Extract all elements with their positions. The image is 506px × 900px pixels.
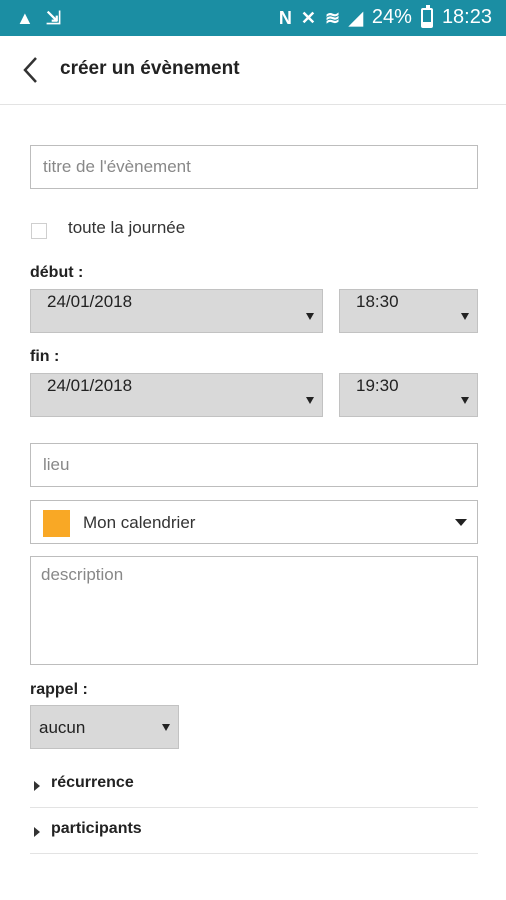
calendar-color-swatch [43,510,70,537]
status-right-icons: N ✕ ≋ ◢ 24% 18:23 [278,4,492,29]
clock: 18:23 [441,6,492,28]
calendar-select[interactable]: Mon calendrier [30,500,478,544]
start-time-select[interactable]: 18:30 [339,289,478,333]
reminder-label: rappel : [30,681,88,698]
reminder-select[interactable]: aucun [30,705,179,749]
dropdown-arrow-icon [455,519,467,526]
reminder-value: aucun [39,718,86,737]
back-button[interactable] [16,54,48,86]
calendar-name: Mon calendrier [83,513,196,532]
event-title-input[interactable] [30,145,478,189]
end-date-select[interactable]: 24/01/2018 [30,373,323,417]
wifi-icon: ≋ [324,7,341,28]
recurrence-expander[interactable]: récurrence [30,764,478,808]
mute-icon: ✕ [300,7,316,28]
chevron-down-icon [306,397,314,404]
status-left-icons: ▲ ⇲ [16,7,61,29]
start-label: début : [30,264,84,281]
end-label: fin : [30,348,60,365]
signal-icon: ◢ [349,7,363,28]
recurrence-label: récurrence [51,774,134,791]
end-time-select[interactable]: 19:30 [339,373,478,417]
start-time-value: 18:30 [356,292,399,311]
battery-percent: 24% [371,6,412,28]
download-icon: ⇲ [45,8,61,28]
chevron-down-icon [461,397,469,404]
app-bar: créer un évènement [0,36,506,105]
chevron-down-icon [306,313,314,320]
all-day-label: toute la journée [68,218,186,237]
page-title: créer un évènement [60,58,240,79]
start-date-value: 24/01/2018 [47,292,133,311]
all-day-checkbox[interactable] [31,223,47,239]
start-date-select[interactable]: 24/01/2018 [30,289,323,333]
location-input[interactable] [30,443,478,487]
battery-level [422,21,431,26]
end-date-value: 24/01/2018 [47,376,133,395]
nfc-icon: N [278,7,292,28]
battery-icon [420,4,433,28]
warning-icon: ▲ [16,8,34,28]
chevron-left-icon [23,57,37,83]
description-input[interactable] [30,556,478,665]
expand-arrow-icon [34,781,40,791]
end-time-value: 19:30 [356,376,399,395]
chevron-down-icon [461,313,469,320]
status-bar: ▲ ⇲ N ✕ ≋ ◢ 24% 18:23 [0,0,506,36]
expand-arrow-icon [34,827,40,837]
participants-label: participants [51,820,142,837]
participants-expander[interactable]: participants [30,810,478,854]
chevron-down-icon [162,724,170,731]
